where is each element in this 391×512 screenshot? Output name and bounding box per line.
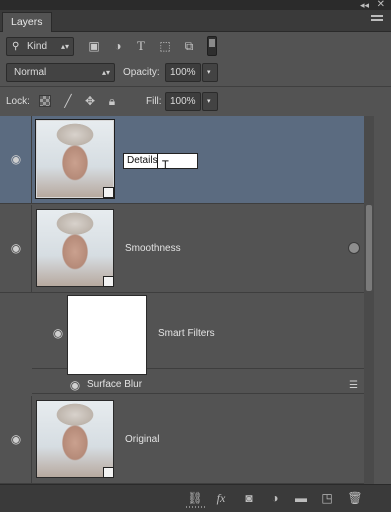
collapse-panel-icon[interactable]: ◂◂ (360, 0, 369, 10)
trash-icon[interactable]: 🗑︎ (346, 490, 364, 506)
lock-transparent-pixels-icon[interactable] (39, 95, 51, 107)
lock-all-icon[interactable]: 🔒︎ (105, 94, 119, 108)
opacity-label: Opacity: (123, 67, 160, 78)
smart-filter-mask-thumbnail[interactable] (67, 295, 147, 375)
smart-filter-indicator-icon[interactable] (348, 242, 360, 254)
filter-name: Surface Blur (87, 379, 143, 390)
chevron-down-icon: ▾ (207, 69, 211, 76)
panel-tab-bar (0, 10, 391, 32)
new-layer-icon[interactable]: ◳ (318, 490, 336, 506)
chevron-down-icon: ▾ (207, 98, 211, 105)
fill-dropdown-button[interactable]: ▾ (202, 92, 218, 111)
image-filter-icon[interactable]: ▣ (87, 39, 101, 53)
opacity-dropdown-button[interactable]: ▾ (202, 63, 218, 82)
layer-name-input-text: Details (127, 155, 158, 166)
layer-name: Original (125, 434, 160, 445)
filter-row-surface-blur[interactable]: ◉ Surface Blur ☰ (32, 376, 364, 394)
eye-icon[interactable]: ◉ (68, 379, 82, 391)
filter-kind-label: Kind (27, 41, 48, 52)
layer-name-input[interactable]: Details (123, 153, 198, 169)
smart-filters-label: Smart Filters (158, 328, 215, 339)
close-panel-icon[interactable]: ✕ (377, 0, 385, 10)
chevron-updown-icon: ▴▾ (101, 68, 110, 77)
layer-row-smoothness[interactable]: ◉ Smoothness (0, 205, 364, 293)
fx-icon[interactable]: fx (212, 490, 230, 506)
layer-row-original[interactable]: ◉ Original (0, 396, 364, 484)
folder-icon[interactable]: ▬ (292, 490, 310, 506)
search-icon: ⚲ (12, 41, 20, 52)
scrollbar-thumb[interactable] (366, 205, 372, 291)
panel-menu-icon[interactable] (371, 15, 383, 25)
adjustment-filter-icon[interactable]: ◑ (111, 39, 125, 53)
smart-filters-row[interactable]: ◉ Smart Filters (32, 293, 364, 375)
shape-filter-icon[interactable]: ⬚ (158, 39, 172, 53)
ibeam-cursor-icon: Ɪ (162, 158, 169, 172)
chevron-updown-icon: ▴▾ (60, 42, 69, 51)
divider (0, 86, 391, 87)
eye-icon[interactable]: ◉ (51, 327, 65, 339)
tab-layers[interactable]: Layers (2, 12, 52, 32)
visibility-column: ◉ (0, 205, 32, 293)
smart-object-badge-icon (103, 467, 114, 478)
smart-object-badge-icon (103, 276, 114, 287)
link-layers-icon[interactable]: ⛓ (186, 490, 204, 506)
layer-name: Smoothness (125, 243, 181, 254)
adjustment-layer-icon[interactable]: ◑ (266, 490, 284, 506)
layer-row-details[interactable]: ◉ Details Ɪ (0, 116, 364, 204)
smart-object-filter-icon[interactable]: ⧉ (182, 39, 196, 53)
fill-label: Fill: (146, 96, 162, 107)
panel-title-strip (0, 0, 391, 10)
text-cursor (157, 154, 158, 168)
blend-mode-select[interactable]: Normal ▴▾ (6, 63, 115, 82)
smart-object-badge-icon (103, 187, 114, 198)
filter-kind-select[interactable]: ⚲ Kind ▴▾ (6, 37, 74, 56)
fill-value: 100% (170, 96, 196, 107)
visibility-column: ◉ (0, 116, 32, 204)
blend-mode-value: Normal (14, 67, 47, 78)
blending-options-icon[interactable]: ☰ (349, 380, 358, 391)
opacity-value: 100% (170, 67, 196, 78)
lock-position-icon[interactable]: ✥ (83, 94, 97, 108)
resize-grip[interactable] (186, 506, 206, 508)
eye-icon[interactable]: ◉ (9, 433, 23, 445)
opacity-field[interactable]: 100% (165, 63, 201, 82)
lock-label: Lock: (6, 96, 30, 107)
fill-field[interactable]: 100% (165, 92, 201, 111)
eye-icon[interactable]: ◉ (9, 242, 23, 254)
add-mask-icon[interactable]: ◙ (240, 490, 258, 506)
type-filter-icon[interactable]: T (134, 39, 148, 53)
filter-toggle-switch[interactable] (207, 36, 217, 56)
lock-image-pixels-icon[interactable]: ╱ (61, 94, 75, 108)
visibility-column: ◉ (0, 396, 32, 484)
eye-icon[interactable]: ◉ (9, 153, 23, 165)
scrollbar-track[interactable] (364, 116, 374, 484)
